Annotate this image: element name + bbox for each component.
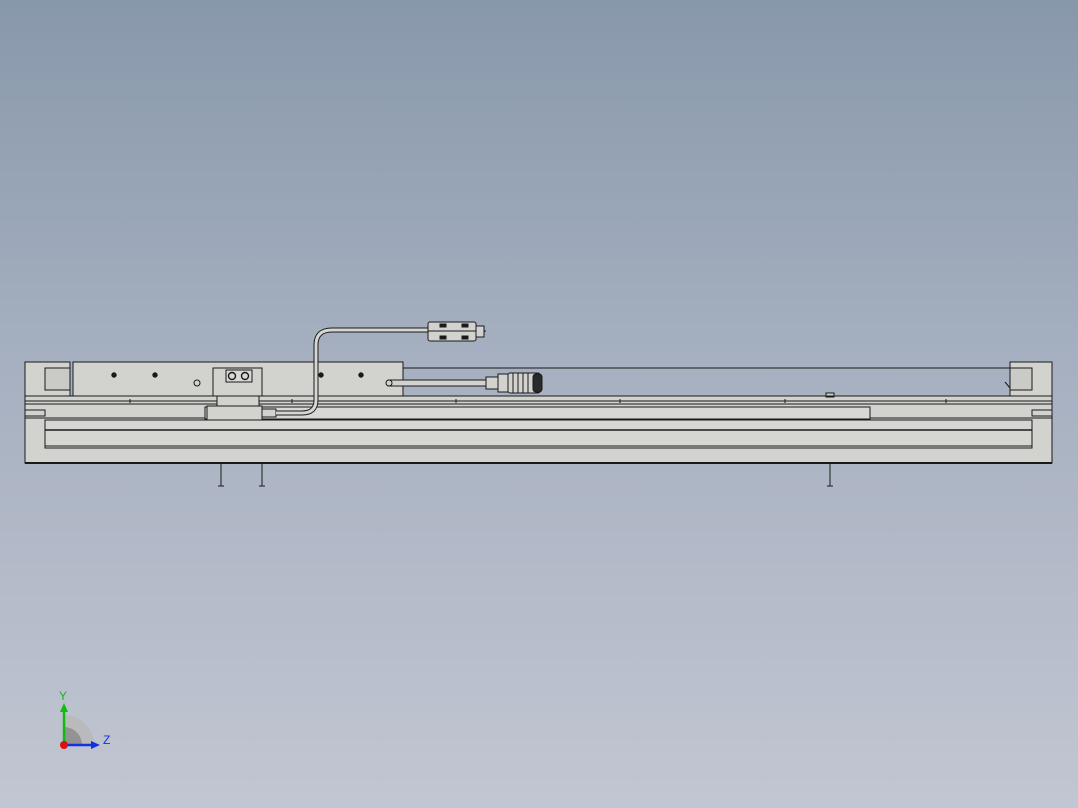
cable-connector bbox=[427, 321, 486, 342]
motor-connector bbox=[385, 372, 543, 394]
y-axis-label: Y bbox=[59, 689, 67, 703]
connector-latch bbox=[439, 323, 447, 328]
linear-actuator-assembly[interactable] bbox=[24, 321, 1053, 487]
orientation-triad[interactable]: Y Z bbox=[59, 689, 110, 749]
connector-latch bbox=[461, 335, 469, 340]
cad-viewport[interactable]: Y Z bbox=[0, 0, 1078, 808]
screw-hole bbox=[152, 372, 158, 378]
model-canvas[interactable]: Y Z bbox=[0, 0, 1078, 808]
connector-tip bbox=[475, 325, 485, 338]
base-channel bbox=[44, 419, 1033, 449]
cable-clamp bbox=[261, 408, 277, 418]
connector-cap bbox=[532, 373, 543, 393]
connector-latch bbox=[461, 323, 469, 328]
screw-hole bbox=[358, 372, 364, 378]
z-axis-label: Z bbox=[103, 733, 110, 747]
z-axis-arrow-icon bbox=[91, 741, 100, 749]
screw-hole bbox=[318, 372, 324, 378]
carriage-foot bbox=[206, 405, 263, 421]
support-legs bbox=[218, 463, 833, 487]
right-notch bbox=[1031, 409, 1053, 417]
x-axis-icon bbox=[60, 741, 68, 749]
end-cap-left-inner bbox=[44, 367, 71, 391]
connector-nut bbox=[485, 376, 499, 390]
actuator-base bbox=[24, 392, 1053, 464]
y-axis-arrow-icon bbox=[60, 703, 68, 712]
screw-hole bbox=[111, 372, 117, 378]
end-cap-right bbox=[1009, 361, 1053, 397]
rod-end-mark bbox=[1004, 381, 1011, 389]
connector-latch bbox=[439, 335, 447, 340]
carriage-lower bbox=[216, 395, 260, 407]
end-cap-left bbox=[24, 361, 71, 397]
end-cap-right-inner bbox=[1009, 367, 1033, 391]
left-notch bbox=[24, 409, 46, 417]
connector-collar bbox=[497, 373, 509, 393]
shaft-end bbox=[385, 379, 393, 387]
motor-shaft bbox=[387, 379, 487, 387]
